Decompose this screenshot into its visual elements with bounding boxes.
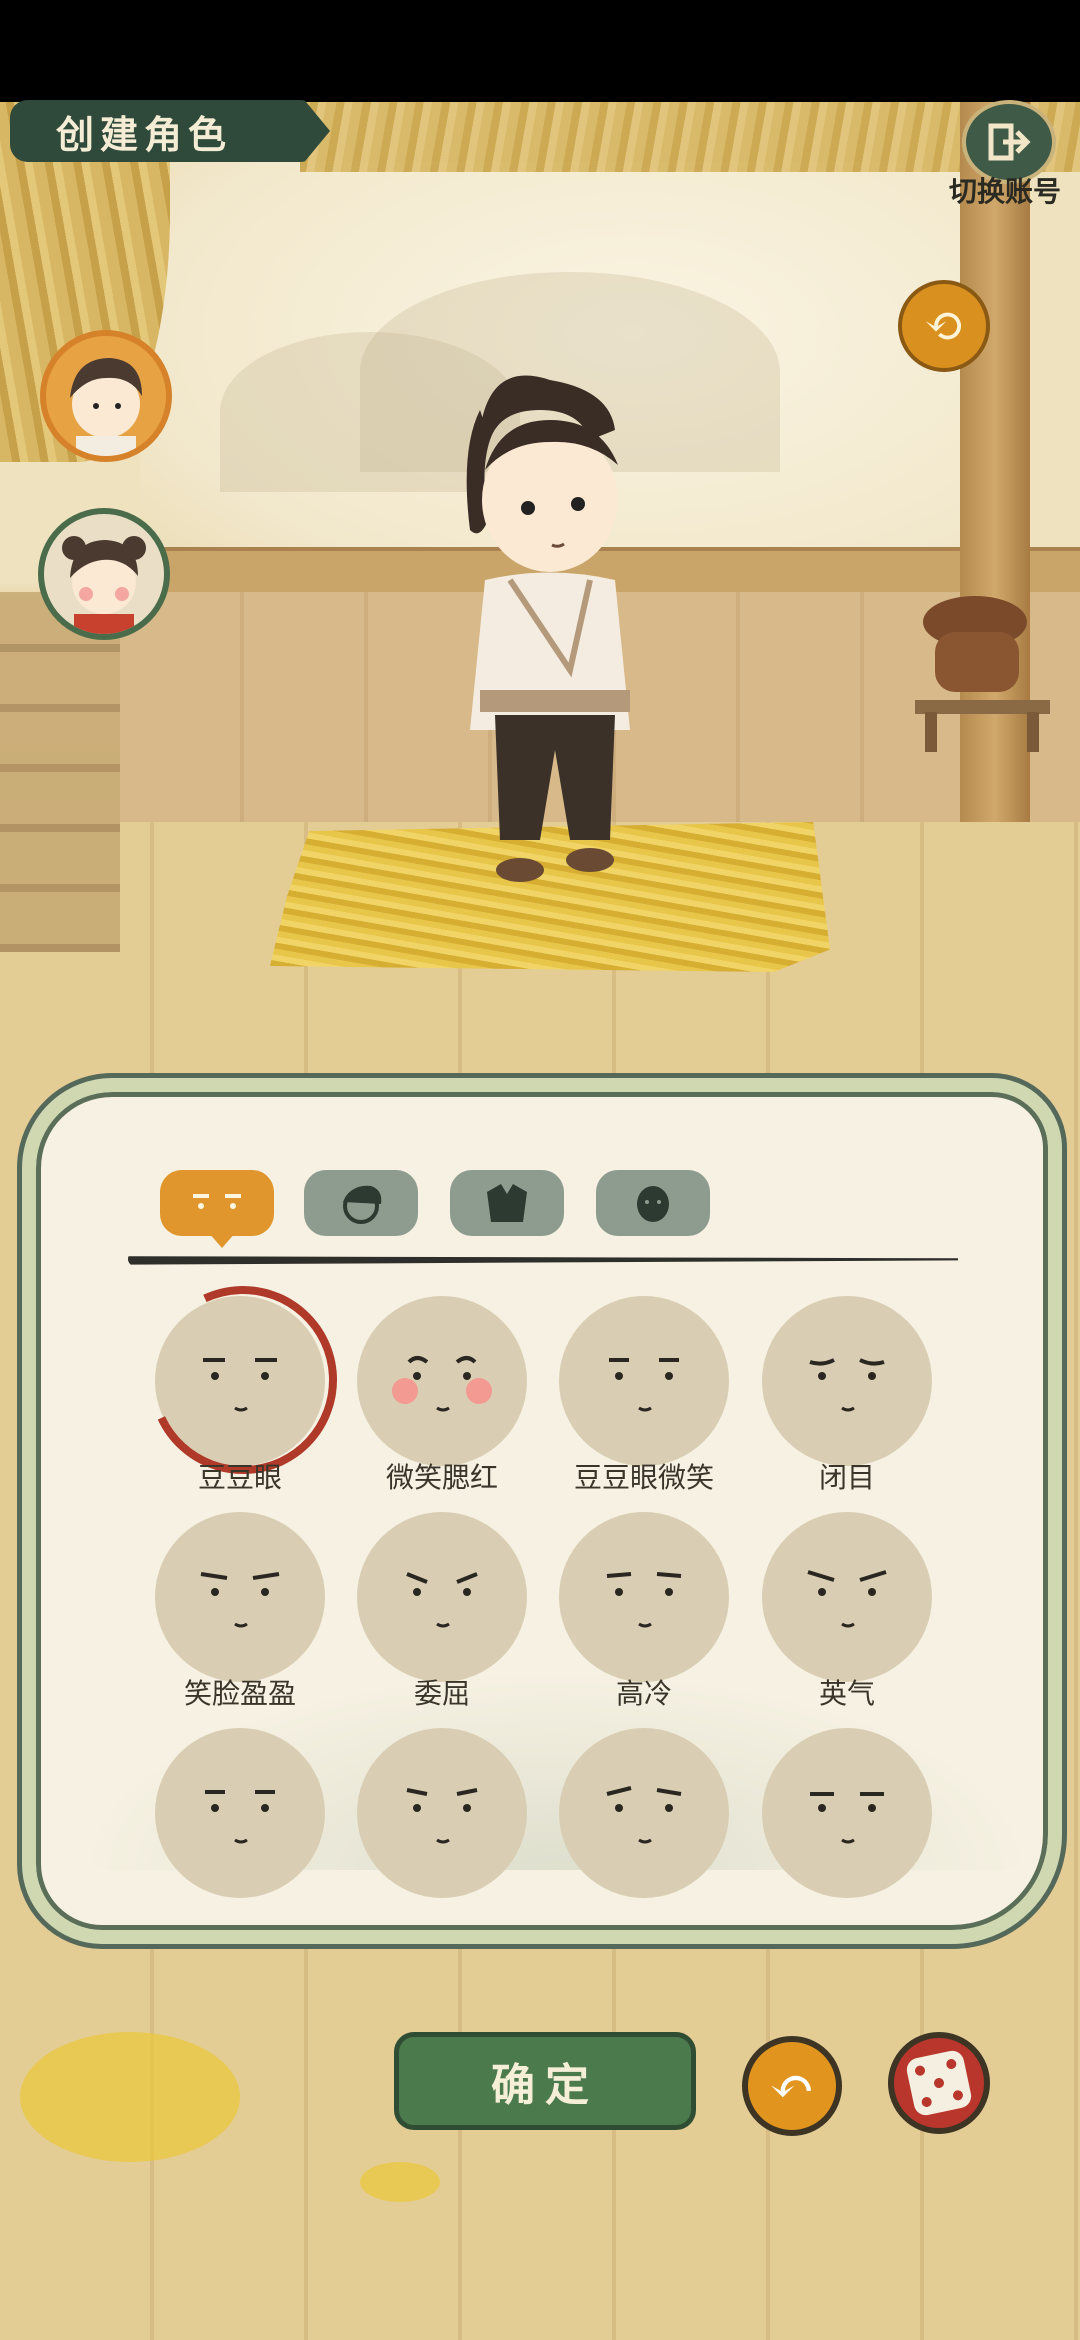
face-option[interactable] bbox=[559, 1728, 729, 1898]
clay-pot bbox=[915, 596, 1050, 752]
exit-icon bbox=[988, 123, 1031, 161]
page-title: 创建角色 bbox=[56, 111, 233, 157]
character-preview[interactable] bbox=[440, 370, 670, 930]
ginkgo-leaves bbox=[20, 2032, 240, 2162]
face-option[interactable] bbox=[155, 1728, 325, 1898]
face-option[interactable] bbox=[559, 1296, 729, 1466]
face-option-label: 豆豆眼微笑 bbox=[573, 1461, 714, 1494]
refresh-icon: ⟲ bbox=[923, 298, 965, 354]
face-expression-icon bbox=[807, 1570, 887, 1628]
face-option[interactable] bbox=[357, 1728, 527, 1898]
face-expression-icon bbox=[205, 1790, 275, 1844]
tab-hair[interactable] bbox=[304, 1170, 418, 1236]
face-expression-icon bbox=[203, 1358, 277, 1412]
face-option[interactable] bbox=[357, 1512, 527, 1682]
face-expression-icon bbox=[392, 1356, 492, 1412]
face-option-label: 微笑腮红 bbox=[385, 1461, 498, 1494]
face-option[interactable] bbox=[357, 1296, 527, 1466]
face-option[interactable] bbox=[559, 1512, 729, 1682]
face-expression-icon bbox=[609, 1358, 679, 1412]
dice-icon bbox=[904, 2048, 974, 2118]
face-option[interactable] bbox=[762, 1728, 932, 1898]
hair-icon bbox=[343, 1185, 382, 1224]
clothes-icon bbox=[487, 1184, 527, 1222]
undo-icon: ↶ bbox=[769, 2054, 815, 2118]
face-expression-icon bbox=[606, 1572, 682, 1628]
face-option[interactable] bbox=[762, 1296, 932, 1466]
skin-icon bbox=[637, 1186, 669, 1222]
face-expression-icon bbox=[406, 1572, 478, 1628]
switch-account-label[interactable]: 切换账号 bbox=[930, 170, 1080, 210]
face-expression-icon bbox=[810, 1792, 884, 1844]
undo-button[interactable]: ↶ bbox=[742, 2036, 842, 2136]
male-avatar-button[interactable] bbox=[40, 330, 172, 462]
face-option-label: 英气 bbox=[818, 1677, 875, 1710]
face-option-label: 高冷 bbox=[615, 1677, 672, 1710]
tab-face[interactable] bbox=[160, 1170, 274, 1236]
side-shelf bbox=[0, 592, 120, 952]
face-option[interactable] bbox=[762, 1512, 932, 1682]
tab-clothes[interactable] bbox=[450, 1170, 564, 1236]
random-button[interactable] bbox=[888, 2032, 990, 2134]
face-option-label: 委屈 bbox=[413, 1677, 470, 1710]
face-expression-icon bbox=[606, 1786, 682, 1844]
refresh-button[interactable]: ⟲ bbox=[898, 280, 990, 372]
page-title-banner: 创建角色 bbox=[10, 100, 330, 162]
ginkgo-leaves bbox=[360, 2162, 440, 2202]
boy-avatar-icon bbox=[70, 358, 142, 456]
face-option[interactable] bbox=[155, 1296, 325, 1466]
face-option-label: 笑脸盈盈 bbox=[183, 1677, 296, 1710]
confirm-button[interactable]: 确定 bbox=[394, 2032, 696, 2130]
face-expression-icon bbox=[200, 1572, 280, 1628]
tab-skin[interactable] bbox=[596, 1170, 710, 1236]
face-icon bbox=[193, 1194, 241, 1209]
face-expression-icon bbox=[406, 1788, 478, 1844]
female-avatar-button[interactable] bbox=[38, 508, 170, 640]
active-tab-pointer bbox=[208, 1232, 236, 1248]
face-option-label: 豆豆眼 bbox=[197, 1461, 282, 1494]
face-option-label: 闭目 bbox=[818, 1461, 875, 1494]
face-expression-icon bbox=[809, 1358, 885, 1412]
face-option[interactable] bbox=[155, 1512, 325, 1682]
girl-avatar-icon bbox=[62, 536, 146, 634]
